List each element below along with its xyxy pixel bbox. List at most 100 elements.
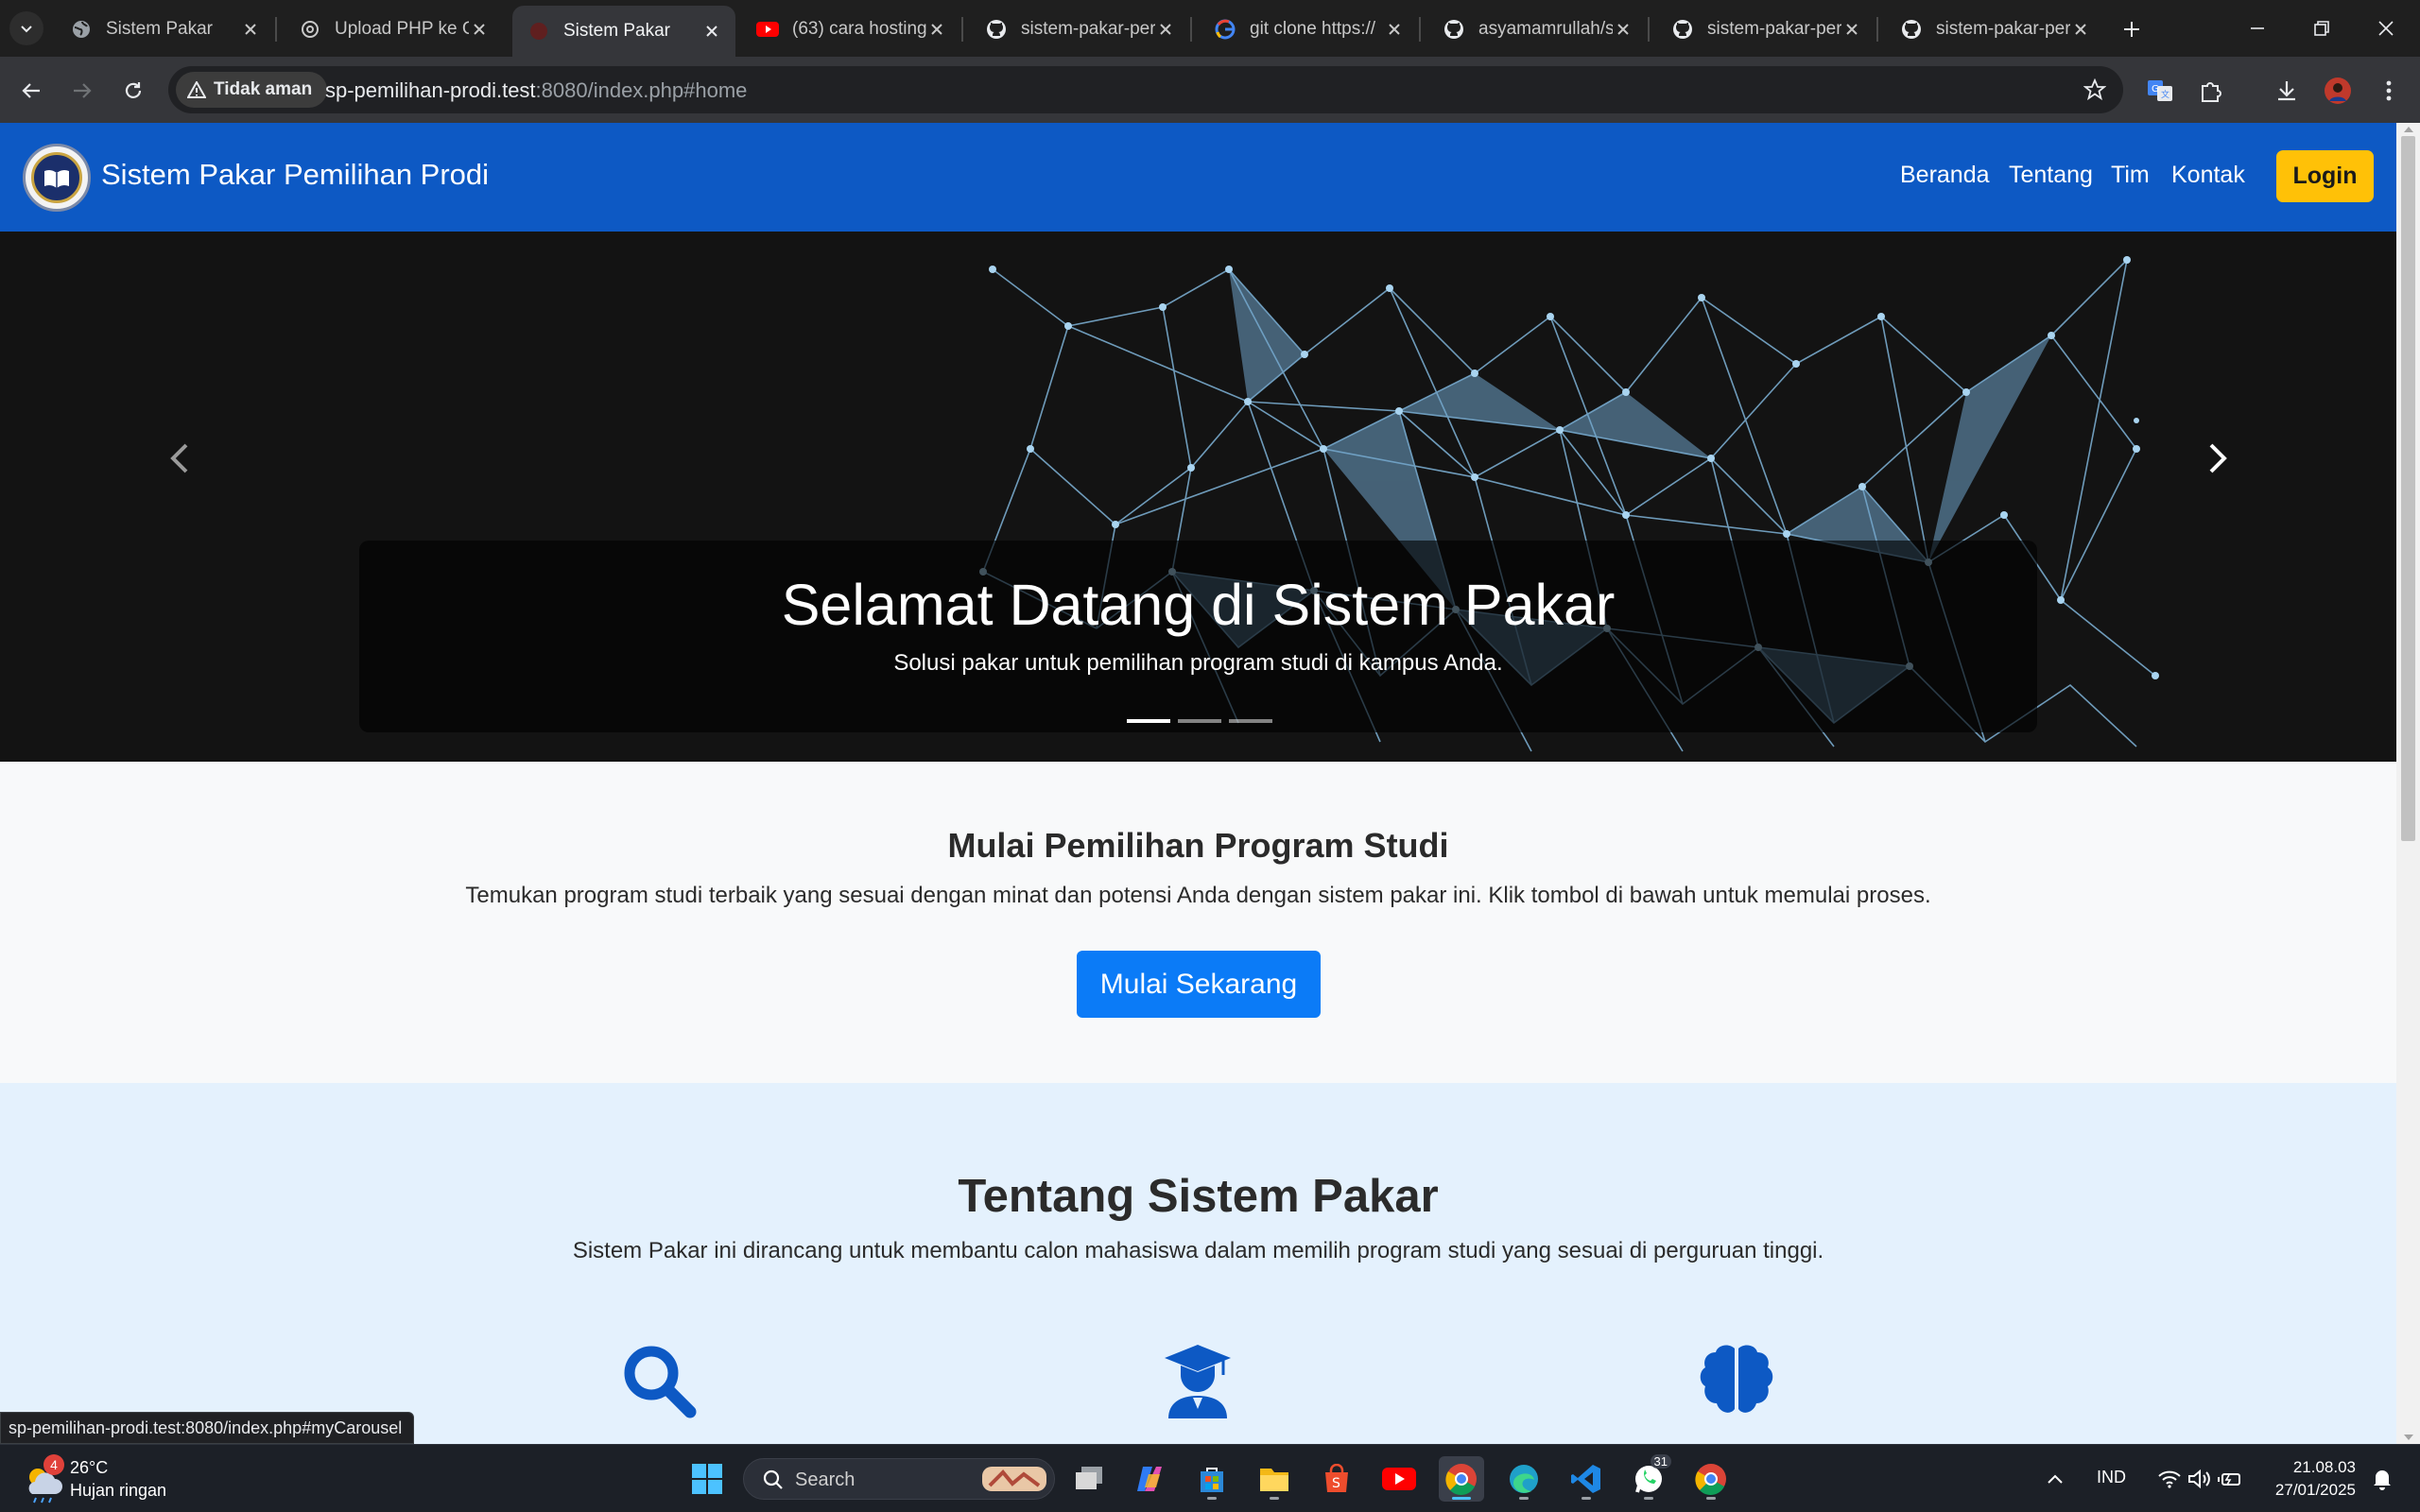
tab-title: sistem-pakar-per — [1707, 19, 1841, 39]
scroll-thumb[interactable] — [2401, 136, 2415, 841]
taskbar-whatsapp[interactable]: 31 — [1626, 1454, 1671, 1502]
taskbar-youtube[interactable] — [1376, 1456, 1422, 1502]
running-indicator — [1207, 1497, 1217, 1500]
start-heading: Mulai Pemilihan Program Studi — [947, 826, 1449, 865]
svg-text:S: S — [1332, 1476, 1340, 1491]
scroll-up-arrow[interactable] — [2401, 123, 2415, 136]
close-icon[interactable] — [701, 21, 722, 42]
start-button[interactable] — [684, 1456, 730, 1502]
taskbar-task-view[interactable] — [1066, 1456, 1112, 1502]
translate-button[interactable]: G文 — [2140, 71, 2180, 111]
close-icon[interactable] — [240, 19, 261, 40]
taskbar-copilot[interactable] — [1127, 1456, 1172, 1502]
restore-button[interactable] — [2290, 0, 2354, 57]
weather-widget[interactable]: 4 26°C Hujan ringan — [23, 1454, 202, 1503]
tray-overflow-button[interactable] — [2036, 1456, 2074, 1502]
github-icon — [1671, 18, 1694, 41]
tab-google[interactable]: git clone https:// — [1199, 8, 1418, 51]
link-status-bubble: sp-pemilihan-prodi.test:8080/index.php#m… — [0, 1412, 415, 1444]
tab-search-button[interactable] — [9, 11, 43, 45]
running-indicator — [1270, 1497, 1279, 1500]
close-window-button[interactable] — [2354, 0, 2418, 57]
address-bar[interactable]: Tidak aman sp-pemilihan-prodi.test:8080/… — [168, 66, 2123, 113]
back-button[interactable] — [11, 71, 51, 111]
windows-icon — [692, 1464, 722, 1494]
close-icon[interactable] — [469, 19, 490, 40]
taskbar-search[interactable]: Search — [743, 1458, 1055, 1500]
tab-github-2[interactable]: asyamamrullah/s — [1427, 8, 1647, 51]
carousel-indicator-3[interactable] — [1229, 719, 1272, 723]
tab-upload-php[interactable]: Upload PHP ke G — [284, 8, 503, 51]
notifications-button[interactable] — [2363, 1456, 2401, 1502]
tab-youtube[interactable]: (63) cara hosting — [741, 8, 960, 51]
tab-strip: Sistem Pakar Upload PHP ke G Sistem Paka… — [0, 0, 2420, 57]
hero-carousel: Selamat Datang di Sistem Pakar Solusi pa… — [0, 232, 2396, 762]
forward-button[interactable] — [62, 71, 102, 111]
taskbar-edge[interactable] — [1501, 1456, 1547, 1502]
carousel-prev-button[interactable] — [151, 430, 208, 487]
chrome-menu-button[interactable] — [2369, 71, 2409, 111]
taskbar-clock[interactable]: 21.08.03 27/01/2025 — [2265, 1456, 2356, 1502]
downloads-button[interactable] — [2267, 71, 2307, 111]
logo-emblem — [31, 152, 82, 203]
site-info-button[interactable]: Tidak aman — [176, 72, 328, 108]
store-icon — [1201, 1468, 1223, 1492]
download-icon — [2278, 81, 2295, 101]
chrome-icon — [1445, 1464, 1477, 1495]
running-indicator — [1452, 1497, 1471, 1500]
nav-beranda[interactable]: Beranda — [1900, 162, 1990, 189]
close-icon[interactable] — [926, 19, 947, 40]
edge-icon — [1510, 1465, 1538, 1493]
quick-settings-button[interactable] — [2148, 1456, 2252, 1502]
profile-button[interactable] — [2318, 71, 2358, 111]
chevron-right-icon — [2209, 443, 2227, 473]
extensions-button[interactable] — [2191, 71, 2231, 111]
nav-tim[interactable]: Tim — [2111, 162, 2150, 189]
nav-kontak[interactable]: Kontak — [2171, 162, 2245, 189]
task-view-icon — [1076, 1467, 1102, 1489]
tab-title: sistem-pakar-per — [1021, 19, 1155, 39]
reload-button[interactable] — [113, 71, 153, 111]
taskbar-shopee[interactable]: S — [1314, 1456, 1359, 1502]
start-now-button[interactable]: Mulai Sekarang — [1077, 951, 1321, 1018]
tab-sistem-pakar-1[interactable]: Sistem Pakar — [55, 8, 274, 51]
carousel-next-button[interactable] — [2189, 430, 2246, 487]
taskbar-chrome-profile[interactable] — [1688, 1456, 1734, 1502]
search-icon — [763, 1469, 783, 1489]
tab-github-1[interactable]: sistem-pakar-per — [970, 8, 1189, 51]
nav-tentang[interactable]: Tentang — [2009, 162, 2093, 189]
globe-icon — [70, 18, 93, 41]
taskbar-file-explorer[interactable] — [1252, 1456, 1297, 1502]
close-icon[interactable] — [1384, 19, 1405, 40]
minimize-button[interactable] — [2225, 0, 2290, 57]
github-icon — [1900, 18, 1923, 41]
url-text[interactable]: sp-pemilihan-prodi.test:8080/index.php#h… — [325, 78, 747, 103]
close-icon[interactable] — [1613, 19, 1634, 40]
close-icon[interactable] — [1155, 19, 1176, 40]
site-brand[interactable]: Sistem Pakar Pemilihan Prodi — [101, 158, 489, 192]
new-tab-button[interactable] — [2116, 13, 2148, 45]
page-scrollbar[interactable] — [2396, 123, 2420, 1444]
bookmark-button[interactable] — [2082, 77, 2108, 103]
taskbar-store[interactable] — [1189, 1456, 1235, 1502]
url-path: :8080/index.php#home — [535, 78, 748, 102]
login-button[interactable]: Login — [2276, 150, 2374, 202]
carousel-indicator-2[interactable] — [1178, 719, 1221, 723]
url-host: sp-pemilihan-prodi.test — [325, 78, 536, 102]
taskbar-chrome[interactable] — [1439, 1456, 1484, 1502]
input-language[interactable]: IND — [2097, 1468, 2126, 1487]
tab-sistem-pakar-active[interactable]: Sistem Pakar — [512, 6, 735, 57]
tab-separator — [1419, 17, 1421, 42]
tab-github-4[interactable]: sistem-pakar-per — [1885, 8, 2104, 51]
taskbar-vscode[interactable] — [1564, 1456, 1609, 1502]
start-section: Mulai Pemilihan Program Studi Temukan pr… — [0, 762, 2396, 1083]
tab-github-3[interactable]: sistem-pakar-per — [1656, 8, 1876, 51]
running-indicator — [1706, 1497, 1716, 1500]
about-section: Tentang Sistem Pakar Sistem Pakar ini di… — [0, 1083, 2396, 1444]
carousel-indicator-1[interactable] — [1127, 719, 1170, 723]
close-icon[interactable] — [2070, 19, 2091, 40]
university-logo[interactable] — [23, 144, 91, 212]
scroll-down-arrow[interactable] — [2401, 1431, 2415, 1444]
close-icon[interactable] — [1841, 19, 1862, 40]
site-navbar: Sistem Pakar Pemilihan Prodi Beranda Ten… — [0, 123, 2396, 232]
